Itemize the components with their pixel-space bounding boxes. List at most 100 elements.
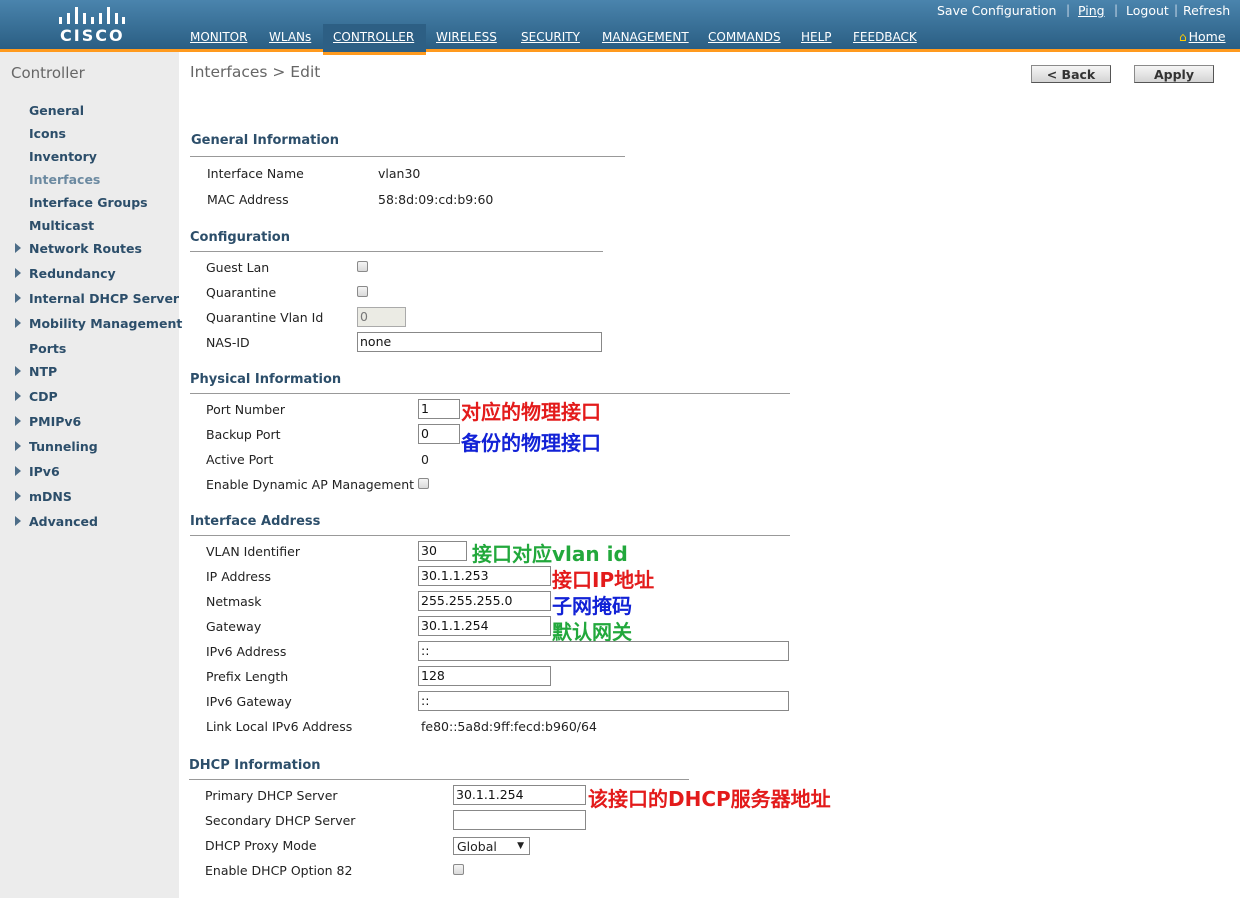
ping-link[interactable]: Ping (1078, 3, 1105, 18)
sidebar-item-pmipv6[interactable]: PMIPv6 (29, 414, 81, 429)
vlan-identifier-label: VLAN Identifier (206, 544, 300, 559)
quarantine-vlan-id-label: Quarantine Vlan Id (206, 310, 324, 325)
expand-arrow-icon[interactable] (15, 293, 21, 303)
annotation-ip-address: 接口IP地址 (552, 568, 655, 592)
primary-dhcp-server-input[interactable]: 30.1.1.254 (453, 785, 586, 805)
sidebar-item-ntp[interactable]: NTP (29, 364, 57, 379)
ip-address-label: IP Address (206, 569, 271, 584)
active-port-label: Active Port (206, 452, 274, 467)
ipv6-address-input[interactable]: :: (418, 641, 789, 661)
prefix-length-input[interactable]: 128 (418, 666, 551, 686)
nav-controller[interactable]: CONTROLLER (333, 30, 414, 44)
section-divider (190, 156, 625, 157)
section-physical-information: Physical Information (190, 372, 342, 387)
primary-dhcp-server-label: Primary DHCP Server (205, 788, 338, 803)
home-label: Home (1188, 29, 1226, 44)
section-divider (189, 779, 689, 780)
annotation-port: 对应的物理接口 (461, 400, 601, 424)
sidebar-item-inventory[interactable]: Inventory (29, 149, 97, 164)
interface-name-label: Interface Name (207, 166, 304, 181)
divider: | (1174, 3, 1179, 17)
ipv6-gateway-input[interactable]: :: (418, 691, 789, 711)
logo-text: CISCO (60, 26, 125, 45)
sidebar-item-internal-dhcp-server[interactable]: Internal DHCP Server (29, 291, 179, 306)
sidebar-item-general[interactable]: General (29, 103, 84, 118)
section-interface-address: Interface Address (190, 514, 321, 529)
sidebar-item-ipv6[interactable]: IPv6 (29, 464, 60, 479)
sidebar-item-redundancy[interactable]: Redundancy (29, 266, 116, 281)
netmask-label: Netmask (206, 594, 262, 609)
active-port-value: 0 (421, 452, 429, 467)
nas-id-input[interactable]: none (357, 332, 602, 352)
annotation-dhcp-server: 该接口的DHCP服务器地址 (588, 787, 831, 811)
secondary-dhcp-server-label: Secondary DHCP Server (205, 813, 356, 828)
dynamic-ap-management-checkbox[interactable] (418, 478, 429, 489)
interface-name-value: vlan30 (378, 166, 421, 181)
ip-address-input[interactable]: 30.1.1.253 (418, 566, 551, 586)
nav-security[interactable]: SECURITY (521, 30, 580, 44)
expand-arrow-icon[interactable] (15, 318, 21, 328)
expand-arrow-icon[interactable] (15, 491, 21, 501)
home-link[interactable]: ⌂ Home (1179, 29, 1226, 44)
dhcp-option-82-label: Enable DHCP Option 82 (205, 863, 353, 878)
back-button[interactable]: < Back (1031, 65, 1111, 83)
nav-commands[interactable]: COMMANDS (708, 30, 781, 44)
backup-port-label: Backup Port (206, 427, 281, 442)
link-local-ipv6-value: fe80::5a8d:9ff:fecd:b960/64 (421, 719, 597, 734)
gateway-input[interactable]: 30.1.1.254 (418, 616, 551, 636)
quarantine-label: Quarantine (206, 285, 277, 300)
expand-arrow-icon[interactable] (15, 391, 21, 401)
refresh-link[interactable]: Refresh (1183, 3, 1230, 18)
cisco-logo: CISCO (58, 5, 126, 45)
sidebar-item-interface-groups[interactable]: Interface Groups (29, 195, 148, 210)
divider: | (1114, 3, 1119, 17)
guest-lan-label: Guest Lan (206, 260, 270, 275)
vlan-identifier-input[interactable]: 30 (418, 541, 467, 561)
sidebar-item-multicast[interactable]: Multicast (29, 218, 94, 233)
annotation-vlan-id: 接口对应vlan id (472, 542, 628, 566)
expand-arrow-icon[interactable] (15, 516, 21, 526)
netmask-input[interactable]: 255.255.255.0 (418, 591, 551, 611)
section-divider (190, 535, 790, 536)
expand-arrow-icon[interactable] (15, 441, 21, 451)
backup-port-input[interactable]: 0 (418, 424, 460, 444)
nav-feedback[interactable]: FEEDBACK (853, 30, 917, 44)
nav-management[interactable]: MANAGEMENT (602, 30, 689, 44)
mac-address-value: 58:8d:09:cd:b9:60 (378, 192, 494, 207)
dhcp-option-82-checkbox[interactable] (453, 864, 464, 875)
expand-arrow-icon[interactable] (15, 243, 21, 253)
secondary-dhcp-server-input[interactable] (453, 810, 586, 830)
expand-arrow-icon[interactable] (15, 466, 21, 476)
cisco-logo-icon (59, 7, 125, 24)
save-configuration-link[interactable]: Save Configuration (937, 3, 1056, 18)
port-number-input[interactable]: 1 (418, 399, 460, 419)
sidebar-item-mobility-management[interactable]: Mobility Management (29, 316, 182, 331)
apply-button[interactable]: Apply (1134, 65, 1214, 83)
sidebar-item-mdns[interactable]: mDNS (29, 489, 72, 504)
gateway-label: Gateway (206, 619, 262, 634)
sidebar-item-cdp[interactable]: CDP (29, 389, 58, 404)
dhcp-proxy-mode-select[interactable]: Global ▼ (453, 837, 530, 855)
sidebar-item-tunneling[interactable]: Tunneling (29, 439, 98, 454)
nav-help[interactable]: HELP (801, 30, 832, 44)
sidebar-item-ports[interactable]: Ports (29, 341, 66, 356)
sidebar-item-icons[interactable]: Icons (29, 126, 66, 141)
nav-wireless[interactable]: WIRELESS (436, 30, 497, 44)
section-divider (190, 393, 790, 394)
sidebar-item-advanced[interactable]: Advanced (29, 514, 98, 529)
guest-lan-checkbox[interactable] (357, 261, 368, 272)
section-configuration: Configuration (190, 230, 290, 245)
expand-arrow-icon[interactable] (15, 416, 21, 426)
nav-wlans[interactable]: WLANs (269, 30, 311, 44)
ipv6-gateway-label: IPv6 Gateway (206, 694, 292, 709)
expand-arrow-icon[interactable] (15, 268, 21, 278)
quarantine-checkbox[interactable] (357, 286, 368, 297)
divider: | (1066, 3, 1071, 17)
logout-link[interactable]: Logout (1126, 3, 1169, 18)
nav-monitor[interactable]: MONITOR (190, 30, 247, 44)
mac-address-label: MAC Address (207, 192, 289, 207)
sidebar-item-interfaces[interactable]: Interfaces (29, 172, 100, 187)
sidebar-item-network-routes[interactable]: Network Routes (29, 241, 142, 256)
quarantine-vlan-id-input[interactable]: 0 (357, 307, 406, 327)
expand-arrow-icon[interactable] (15, 366, 21, 376)
